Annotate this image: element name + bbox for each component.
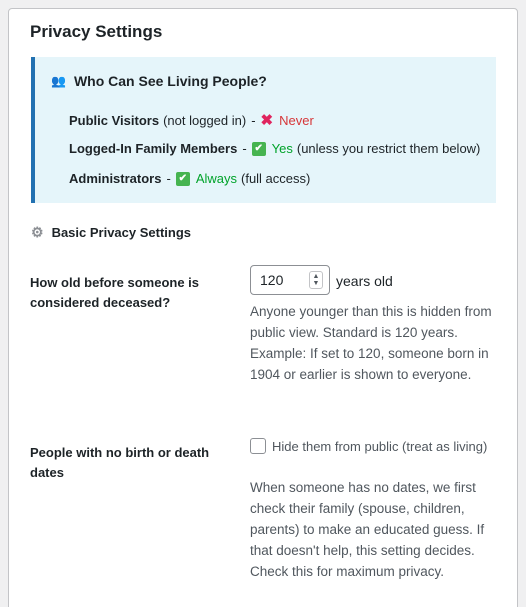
info-line-public: Public Visitors (not logged in) - ✖ Neve… bbox=[69, 112, 314, 129]
hide-no-dates-label[interactable]: Hide them from public (treat as living) bbox=[272, 439, 487, 454]
chevron-down-icon[interactable]: ▼ bbox=[313, 280, 320, 287]
visibility-info-box: 👥 Who Can See Living People? Public Visi… bbox=[31, 57, 496, 203]
info-line-label: Logged-In Family Members bbox=[69, 141, 238, 156]
privacy-settings-panel: Privacy Settings 👥 Who Can See Living Pe… bbox=[8, 8, 518, 607]
info-line-status: Never bbox=[279, 112, 314, 128]
info-line-status: Always bbox=[195, 171, 237, 186]
gear-icon: ⚙ bbox=[31, 224, 44, 240]
panel-title: Privacy Settings bbox=[30, 22, 163, 41]
check-mark-icon: ✔ bbox=[251, 141, 266, 156]
basic-settings-heading-text: Basic Privacy Settings bbox=[51, 225, 192, 240]
cross-mark-icon: ✖ bbox=[260, 112, 274, 129]
number-spinner[interactable]: ▲ ▼ bbox=[309, 271, 323, 289]
info-line-qualifier: (not logged in) bbox=[163, 112, 247, 128]
deceased-age-unit: years old bbox=[336, 273, 393, 289]
no-dates-label: People with no birth or death dates bbox=[30, 445, 210, 480]
chevron-up-icon[interactable]: ▲ bbox=[313, 273, 320, 280]
info-line-label: Public Visitors bbox=[69, 112, 160, 128]
info-heading-text: Who Can See Living People? bbox=[73, 73, 267, 89]
info-line-status: Yes bbox=[271, 141, 293, 156]
deceased-age-input[interactable] bbox=[260, 272, 304, 288]
no-dates-description: When someone has no dates, we first chec… bbox=[250, 480, 485, 579]
no-dates-checkbox-row[interactable]: Hide them from public (treat as living) bbox=[250, 437, 500, 456]
info-line-extra: (unless you restrict them below) bbox=[296, 141, 481, 156]
basic-settings-heading: ⚙ Basic Privacy Settings bbox=[31, 224, 191, 241]
deceased-age-description: Anyone younger than this is hidden from … bbox=[250, 304, 492, 382]
hide-no-dates-checkbox[interactable] bbox=[250, 438, 266, 454]
info-heading: 👥 Who Can See Living People? bbox=[51, 73, 267, 89]
info-line-family: Logged-In Family Members - ✔ Yes (unless… bbox=[69, 141, 481, 156]
deceased-age-label: How old before someone is considered dec… bbox=[30, 275, 200, 310]
check-mark-icon: ✔ bbox=[175, 171, 190, 186]
info-line-admins: Administrators - ✔ Always (full access) bbox=[69, 171, 311, 186]
info-line-label: Administrators bbox=[69, 171, 162, 186]
people-icon: 👥 bbox=[51, 74, 66, 88]
deceased-age-field[interactable]: ▲ ▼ bbox=[250, 265, 330, 295]
info-line-extra: (full access) bbox=[241, 171, 311, 186]
